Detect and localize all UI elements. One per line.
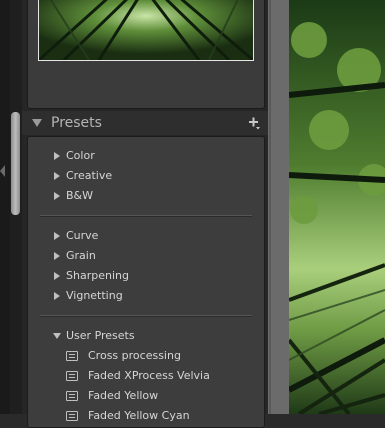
plus-icon[interactable] — [247, 116, 261, 130]
preset-doc-icon — [66, 351, 78, 361]
collapse-left-panel-icon[interactable] — [0, 165, 5, 177]
left-panel-strip — [0, 0, 10, 414]
divider — [40, 315, 252, 317]
presets-panel-header[interactable]: Presets — [22, 111, 268, 135]
triangle-right-icon — [54, 232, 60, 240]
triangle-right-icon — [54, 192, 60, 200]
divider — [40, 215, 252, 217]
triangle-right-icon — [54, 292, 60, 300]
left-panel: Presets Color Creative B&W Curve Grain S… — [22, 0, 268, 428]
triangle-right-icon — [54, 272, 60, 280]
panel-gutter-edge — [269, 0, 271, 414]
preset-doc-icon — [66, 371, 78, 381]
scrollbar-thumb[interactable] — [11, 112, 20, 215]
main-photo-preview[interactable] — [289, 0, 385, 414]
triangle-right-icon — [54, 252, 60, 260]
triangle-down-icon — [53, 333, 61, 339]
triangle-right-icon — [54, 172, 60, 180]
preset-doc-icon — [66, 391, 78, 401]
presets-title: Presets — [51, 115, 102, 131]
preset-doc-icon — [66, 411, 78, 421]
panel-gutter — [268, 0, 289, 414]
navigator-panel — [27, 0, 265, 109]
triangle-down-icon[interactable] — [32, 119, 42, 127]
navigator-preview-image[interactable] — [38, 0, 254, 61]
presets-list: Color Creative B&W Curve Grain Sharpenin… — [27, 136, 265, 428]
triangle-right-icon — [54, 152, 60, 160]
